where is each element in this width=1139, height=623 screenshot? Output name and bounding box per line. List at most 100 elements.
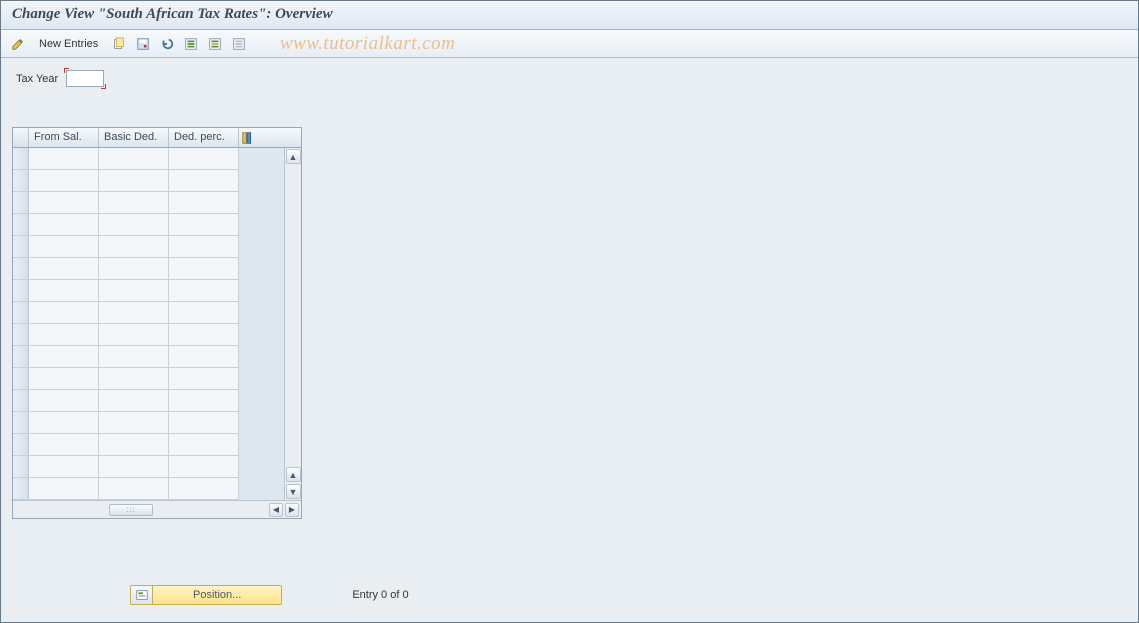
new-entries-button[interactable]: New Entries — [32, 34, 105, 54]
cell-from_sal[interactable] — [29, 434, 99, 456]
change-display-toggle[interactable] — [8, 34, 28, 54]
cell-basic_ded[interactable] — [99, 280, 169, 302]
row-selector[interactable] — [13, 346, 29, 368]
row-selector[interactable] — [13, 302, 29, 324]
cell-ded_perc[interactable] — [169, 412, 239, 434]
row-selector[interactable] — [13, 280, 29, 302]
cell-basic_ded[interactable] — [99, 456, 169, 478]
cell-basic_ded[interactable] — [99, 346, 169, 368]
cell-from_sal[interactable] — [29, 478, 99, 500]
cell-from_sal[interactable] — [29, 456, 99, 478]
row-selector[interactable] — [13, 236, 29, 258]
cell-ded_perc[interactable] — [169, 302, 239, 324]
cell-basic_ded[interactable] — [99, 390, 169, 412]
tax-year-input[interactable] — [66, 70, 104, 87]
cell-ded_perc[interactable] — [169, 258, 239, 280]
row-selector[interactable] — [13, 170, 29, 192]
scroll-up2-button[interactable]: ▲ — [286, 467, 301, 482]
cell-basic_ded[interactable] — [99, 324, 169, 346]
table-header: From Sal.Basic Ded.Ded. perc. — [13, 128, 301, 148]
cell-from_sal[interactable] — [29, 214, 99, 236]
row-selector[interactable] — [13, 478, 29, 500]
select-block-button[interactable] — [205, 34, 225, 54]
row-selector[interactable] — [13, 368, 29, 390]
delete-button[interactable] — [133, 34, 153, 54]
cell-from_sal[interactable] — [29, 390, 99, 412]
cell-from_sal[interactable] — [29, 236, 99, 258]
cell-ded_perc[interactable] — [169, 192, 239, 214]
cell-ded_perc[interactable] — [169, 236, 239, 258]
cell-from_sal[interactable] — [29, 170, 99, 192]
cell-from_sal[interactable] — [29, 192, 99, 214]
row-selector[interactable] — [13, 192, 29, 214]
scroll-left-button[interactable]: ◀ — [269, 503, 283, 517]
row-selector[interactable] — [13, 390, 29, 412]
cell-basic_ded[interactable] — [99, 434, 169, 456]
footer-bar: Position... Entry 0 of 0 — [0, 585, 1139, 605]
select-all-icon — [184, 37, 198, 51]
column-header-basic_ded[interactable]: Basic Ded. — [99, 128, 169, 147]
undo-button[interactable] — [157, 34, 177, 54]
cell-basic_ded[interactable] — [99, 214, 169, 236]
cell-basic_ded[interactable] — [99, 170, 169, 192]
tax-year-field-row: Tax Year — [16, 70, 1127, 87]
row-selector[interactable] — [13, 434, 29, 456]
column-header-ded_perc[interactable]: Ded. perc. — [169, 128, 239, 147]
cell-ded_perc[interactable] — [169, 478, 239, 500]
cell-basic_ded[interactable] — [99, 148, 169, 170]
table-row — [13, 170, 284, 192]
row-selector[interactable] — [13, 324, 29, 346]
horizontal-scrollbar[interactable]: ::: ◀ ▶ — [13, 500, 301, 518]
table-row — [13, 412, 284, 434]
cell-from_sal[interactable] — [29, 258, 99, 280]
row-selector[interactable] — [13, 412, 29, 434]
row-selector[interactable] — [13, 148, 29, 170]
copy-button[interactable] — [109, 34, 129, 54]
cell-from_sal[interactable] — [29, 280, 99, 302]
cell-basic_ded[interactable] — [99, 258, 169, 280]
cell-ded_perc[interactable] — [169, 324, 239, 346]
cell-ded_perc[interactable] — [169, 456, 239, 478]
cell-from_sal[interactable] — [29, 302, 99, 324]
select-all-button[interactable] — [181, 34, 201, 54]
table-row — [13, 236, 284, 258]
vertical-scrollbar[interactable]: ▲ ▲ ▼ — [284, 148, 301, 500]
cell-basic_ded[interactable] — [99, 302, 169, 324]
scroll-down-button[interactable]: ▼ — [286, 484, 301, 499]
cell-ded_perc[interactable] — [169, 368, 239, 390]
row-selector-header[interactable] — [13, 128, 29, 147]
cell-from_sal[interactable] — [29, 148, 99, 170]
row-selector[interactable] — [13, 456, 29, 478]
cell-ded_perc[interactable] — [169, 346, 239, 368]
cell-from_sal[interactable] — [29, 368, 99, 390]
configure-columns-icon — [241, 131, 255, 145]
cell-ded_perc[interactable] — [169, 148, 239, 170]
cell-basic_ded[interactable] — [99, 236, 169, 258]
cell-basic_ded[interactable] — [99, 192, 169, 214]
hscroll-thumb[interactable]: ::: — [109, 504, 153, 516]
watermark: www.tutorialkart.com — [280, 33, 455, 55]
undo-icon — [160, 37, 174, 51]
cell-basic_ded[interactable] — [99, 368, 169, 390]
row-selector[interactable] — [13, 258, 29, 280]
cell-ded_perc[interactable] — [169, 170, 239, 192]
cell-from_sal[interactable] — [29, 324, 99, 346]
deselect-icon — [232, 37, 246, 51]
deselect-all-button[interactable] — [229, 34, 249, 54]
column-header-from_sal[interactable]: From Sal. — [29, 128, 99, 147]
cell-ded_perc[interactable] — [169, 434, 239, 456]
cell-basic_ded[interactable] — [99, 478, 169, 500]
cell-from_sal[interactable] — [29, 412, 99, 434]
cell-ded_perc[interactable] — [169, 214, 239, 236]
position-button[interactable]: Position... — [130, 585, 282, 605]
table-row — [13, 280, 284, 302]
cell-basic_ded[interactable] — [99, 412, 169, 434]
cell-ded_perc[interactable] — [169, 390, 239, 412]
cell-ded_perc[interactable] — [169, 280, 239, 302]
configure-columns-button[interactable] — [239, 128, 256, 147]
scroll-up-button[interactable]: ▲ — [286, 149, 301, 164]
cell-from_sal[interactable] — [29, 346, 99, 368]
scroll-right-button[interactable]: ▶ — [285, 503, 299, 517]
table-row — [13, 148, 284, 170]
row-selector[interactable] — [13, 214, 29, 236]
